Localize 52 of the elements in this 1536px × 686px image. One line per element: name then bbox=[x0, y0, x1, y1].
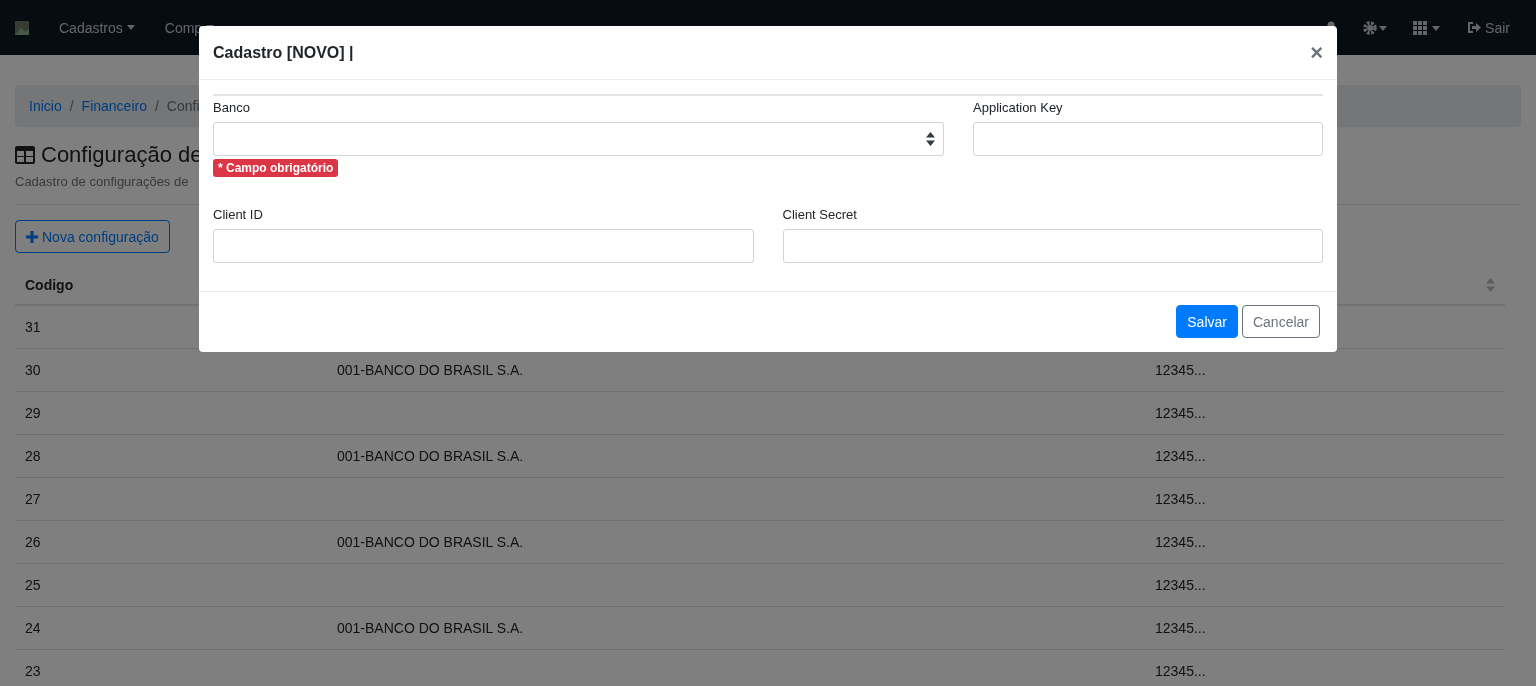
apps-grid-icon[interactable] bbox=[1413, 20, 1442, 35]
field-label: Client ID bbox=[213, 207, 264, 222]
breadcrumb-separator: / bbox=[69, 98, 74, 114]
plus-icon bbox=[26, 230, 38, 243]
table-cell-text: 001-BANCO DO BRASIL S.A. bbox=[337, 534, 525, 550]
logout-icon bbox=[1467, 21, 1482, 34]
table-cell-text: 31 bbox=[25, 319, 42, 335]
select-arrows-icon bbox=[926, 132, 935, 146]
table-cell-text: 25 bbox=[25, 577, 42, 593]
table-cell-text: 12345... bbox=[1155, 491, 1207, 507]
table-cell-text: 12345... bbox=[1155, 405, 1207, 421]
input-field[interactable] bbox=[213, 229, 754, 263]
field-label: Client Secret bbox=[782, 207, 858, 222]
table-cell-text: 12345... bbox=[1155, 534, 1207, 550]
table-cell-text: 28 bbox=[25, 448, 42, 464]
sort-icon bbox=[1486, 277, 1495, 292]
breadcrumb-link[interactable]: Inicio bbox=[29, 98, 62, 114]
breadcrumb-current: Confi bbox=[166, 98, 200, 114]
error-badge: * Campo obrigatório bbox=[213, 159, 339, 177]
table-cell-text: 12345... bbox=[1155, 362, 1207, 378]
settings-icon[interactable] bbox=[1363, 20, 1388, 35]
logout-link[interactable]: Sair bbox=[1467, 19, 1510, 36]
table-cell-text: 29 bbox=[25, 405, 42, 421]
table-icon bbox=[15, 146, 35, 164]
field-label: Banco bbox=[213, 100, 251, 115]
table-cell-text: 001-BANCO DO BRASIL S.A. bbox=[337, 362, 525, 378]
page-subtitle: Cadastro de configurações de bbox=[15, 174, 189, 189]
table-cell-text: 24 bbox=[25, 620, 42, 636]
select-field[interactable] bbox=[213, 122, 944, 156]
modal-title: Cadastro [NOVO] | bbox=[213, 43, 354, 62]
table-cell-text: 26 bbox=[25, 534, 42, 550]
table-cell-text: 001-BANCO DO BRASIL S.A. bbox=[337, 448, 525, 464]
table-cell-text: 12345... bbox=[1155, 663, 1207, 679]
input-field[interactable] bbox=[973, 122, 1323, 156]
breadcrumb-separator: / bbox=[154, 98, 159, 114]
new-configuration-button[interactable]: Nova configuração bbox=[15, 220, 170, 253]
column-header[interactable]: Codigo bbox=[25, 276, 74, 293]
table-cell-text: 12345... bbox=[1155, 577, 1207, 593]
table-cell-text: 12345... bbox=[1155, 448, 1207, 464]
table-cell-text: 23 bbox=[25, 663, 42, 679]
cancel-button[interactable]: Cancelar bbox=[1241, 305, 1320, 338]
table-cell-text: 12345... bbox=[1155, 620, 1207, 636]
close-button[interactable]: × bbox=[1310, 39, 1323, 66]
breadcrumb-link[interactable]: Financeiro bbox=[81, 98, 147, 114]
table-cell-text: 30 bbox=[25, 362, 42, 378]
field-label: Application Key bbox=[973, 100, 1064, 115]
nav-menu-item[interactable]: Cadastros bbox=[59, 19, 135, 36]
save-button[interactable]: Salvar bbox=[1176, 305, 1238, 338]
broken-image-icon bbox=[14, 19, 30, 36]
input-field[interactable] bbox=[782, 229, 1323, 263]
table-cell-text: 001-BANCO DO BRASIL S.A. bbox=[337, 620, 525, 636]
table-cell-text: 27 bbox=[25, 491, 42, 507]
